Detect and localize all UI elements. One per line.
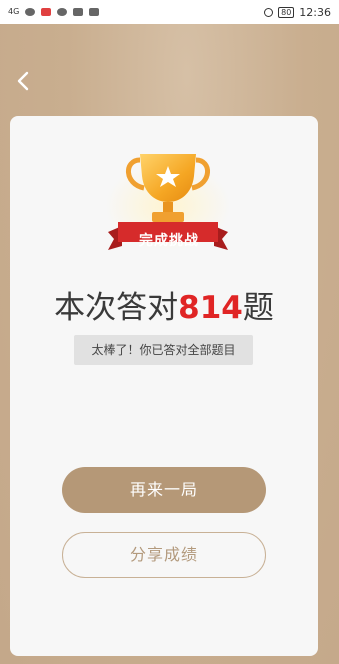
status-right-icons: 80 12:36 xyxy=(264,6,331,19)
chevron-left-icon xyxy=(17,71,29,91)
share-result-button[interactable]: 分享成绩 xyxy=(62,532,266,578)
status-bar: 4G 80 12:36 xyxy=(0,0,339,24)
back-button[interactable] xyxy=(10,66,36,96)
app-icon xyxy=(73,8,84,16)
challenge-complete-badge: 完成挑战 xyxy=(139,233,199,249)
notification-icon xyxy=(41,8,52,16)
status-left-icons: 4G xyxy=(8,7,100,16)
correct-count: 814 xyxy=(178,290,243,326)
alarm-icon xyxy=(264,7,274,17)
praise-message: 太棒了！你已答对全部题目 xyxy=(74,335,253,365)
result-prefix: 本次答对 xyxy=(54,290,179,326)
play-again-button[interactable]: 再来一局 xyxy=(62,467,266,513)
result-suffix: 题 xyxy=(242,290,274,326)
signal-icon: 4G xyxy=(8,7,20,16)
result-summary: 本次答对814题 xyxy=(10,288,318,328)
chat-icon xyxy=(25,8,36,16)
settings-icon xyxy=(89,8,100,16)
result-card: 完成挑战 本次答对814题 太棒了！你已答对全部题目 再来一局 分享成绩 xyxy=(10,116,318,656)
message-icon xyxy=(57,8,68,16)
status-time: 12:36 xyxy=(299,5,331,19)
battery-icon: 80 xyxy=(278,6,295,18)
